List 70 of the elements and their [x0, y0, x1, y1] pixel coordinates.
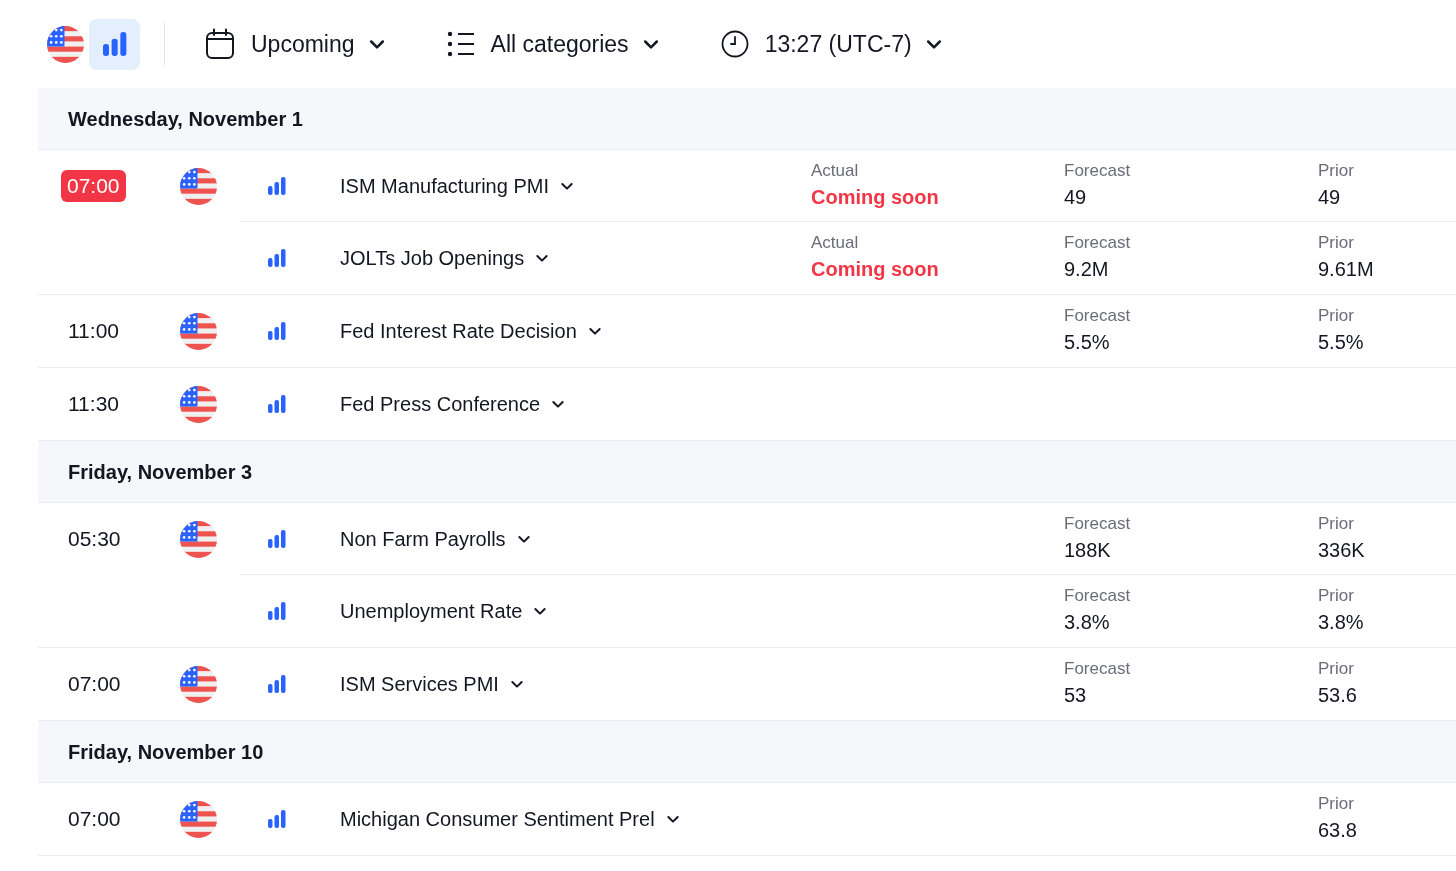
event-name-dropdown[interactable]: JOLTs Job Openings: [340, 243, 811, 273]
event-name-dropdown[interactable]: Non Farm Payrolls: [340, 523, 811, 554]
us-flag-icon: [180, 520, 217, 558]
column-label: Prior: [1318, 512, 1355, 535]
importance-bars-icon: [268, 602, 286, 620]
day-date: Wednesday, November 1: [68, 106, 303, 132]
us-flag-icon: [180, 312, 217, 350]
forecast-value: 188K: [1064, 537, 1112, 563]
actual-value: Coming soon: [811, 184, 940, 210]
prior-value: 9.61M: [1318, 257, 1375, 282]
prior-value: 49: [1318, 184, 1342, 210]
column-label: Prior: [1318, 793, 1355, 815]
column-label: Prior: [1318, 585, 1355, 607]
forecast-value: 49: [1064, 184, 1088, 210]
us-flag-icon: [180, 167, 217, 205]
event-time: 11:30: [68, 391, 119, 417]
event-time: 05:30: [68, 526, 121, 552]
us-flag-icon: [180, 800, 217, 838]
forecast-value: 9.2M: [1064, 257, 1110, 282]
clock-dropdown[interactable]: 13:27 (UTC-7): [720, 22, 944, 66]
event-time: 11:00: [68, 318, 119, 344]
list-dropdown[interactable]: All categories: [446, 22, 661, 66]
us-flag-icon: [180, 665, 217, 703]
importance-bars-icon: [268, 176, 286, 195]
column-label: Prior: [1318, 232, 1355, 254]
column-label: Forecast: [1064, 232, 1132, 254]
column-label: Forecast: [1064, 512, 1132, 535]
column-label: Prior: [1318, 159, 1355, 182]
event-time: 07:00: [68, 806, 121, 832]
event-name-dropdown[interactable]: Unemployment Rate: [340, 596, 811, 626]
us-flag-icon: [180, 385, 217, 423]
column-label: Actual: [811, 232, 860, 254]
day-date: Friday, November 3: [68, 459, 253, 485]
column-label: Forecast: [1064, 159, 1132, 182]
actual-value: Coming soon: [811, 257, 940, 282]
calendar-dropdown[interactable]: Upcoming: [205, 22, 387, 66]
column-label: Forecast: [1064, 305, 1132, 327]
forecast-value: 53: [1064, 683, 1088, 708]
importance-bars-icon: [101, 32, 128, 56]
event-time: 07:00: [61, 170, 126, 202]
importance-bars-icon: [268, 529, 286, 548]
list-icon: [446, 31, 475, 57]
column-label: Prior: [1318, 658, 1355, 680]
event-name-dropdown[interactable]: Fed Interest Rate Decision: [340, 316, 811, 346]
prior-value: 53.6: [1318, 683, 1358, 708]
event-name-dropdown[interactable]: Michigan Consumer Sentiment Prel: [340, 804, 811, 834]
prior-value: 63.8: [1318, 818, 1358, 843]
us-flag-icon: [47, 25, 84, 63]
forecast-value: 3.8%: [1064, 610, 1111, 635]
importance-bars-icon: [268, 249, 286, 267]
column-label: Forecast: [1064, 585, 1132, 607]
column-label: Prior: [1318, 305, 1355, 327]
event-name-dropdown[interactable]: Fed Press Conference: [340, 389, 811, 419]
prior-value: 336K: [1318, 537, 1366, 563]
column-label: Forecast: [1064, 658, 1132, 680]
event-name-dropdown[interactable]: ISM Manufacturing PMI: [340, 170, 811, 201]
importance-bars-icon: [268, 395, 286, 413]
column-label: Actual: [811, 159, 860, 182]
importance-bars-icon: [268, 322, 286, 340]
importance-bars-icon: [268, 675, 286, 693]
importance-bars-icon: [268, 810, 286, 828]
calendar-icon: [205, 28, 235, 60]
clock-icon: [720, 30, 749, 58]
day-date: Friday, November 10: [68, 739, 264, 765]
importance-filter-button[interactable]: [89, 18, 140, 70]
event-name-dropdown[interactable]: ISM Services PMI: [340, 669, 811, 699]
prior-value: 5.5%: [1318, 330, 1365, 355]
event-time: 07:00: [68, 671, 121, 697]
prior-value: 3.8%: [1318, 610, 1365, 635]
forecast-value: 5.5%: [1064, 330, 1111, 355]
